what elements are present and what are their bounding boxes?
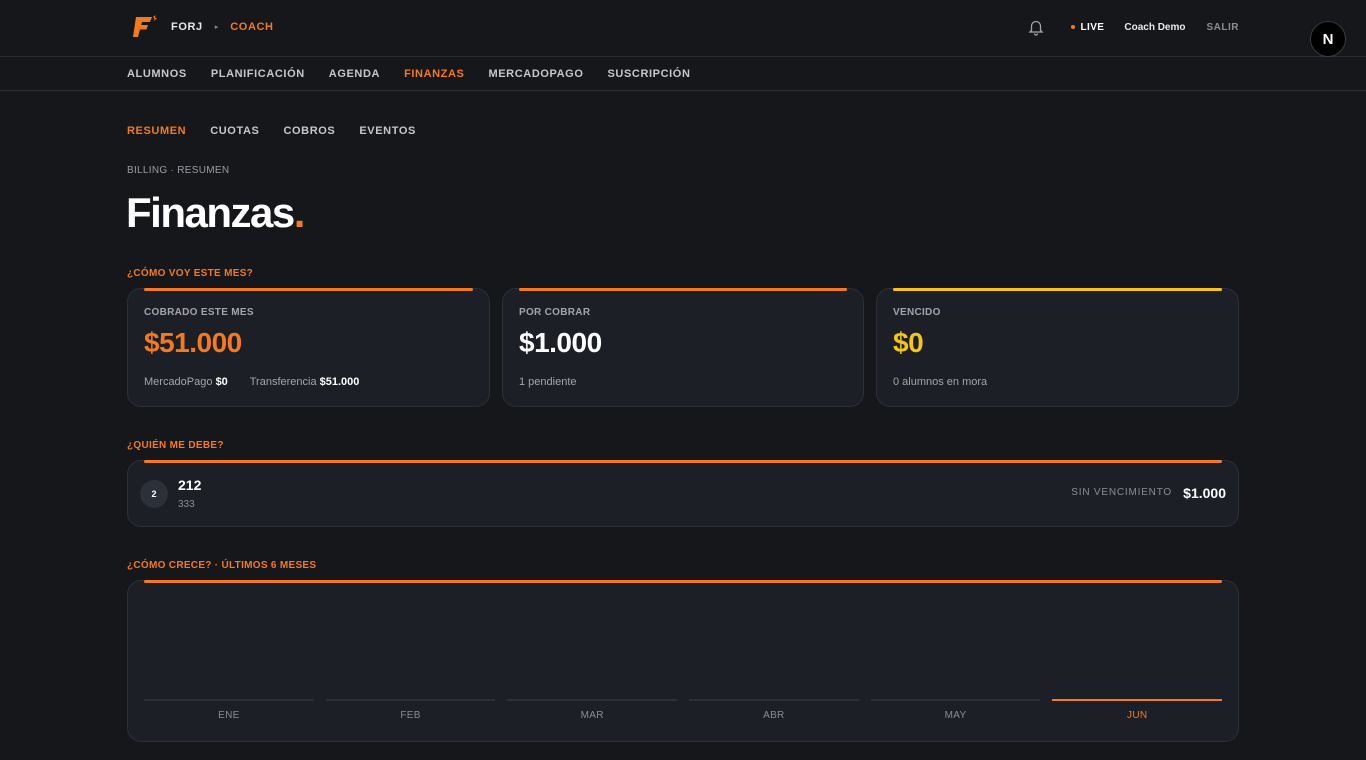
stat-label: COBRADO ESTE MES: [144, 307, 254, 318]
mercadopago-value: $0: [215, 376, 228, 388]
nav-item-suscripcion[interactable]: SUSCRIPCIÓN: [608, 68, 691, 80]
stat-card-por-cobrar: POR COBRAR $1.000 1 pendiente: [502, 288, 864, 407]
month-jun: JUN: [1052, 699, 1223, 721]
stat-card-vencido: VENCIDO $0 0 alumnos en mora: [876, 288, 1239, 407]
sub-nav: RESUMEN CUOTAS COBROS EVENTOS: [127, 125, 416, 137]
month-mar: MAR: [507, 699, 678, 721]
debtor-subtitle: 333: [178, 499, 195, 510]
page-title-text: Finanzas: [126, 189, 295, 236]
page-title: Finanzas.: [126, 189, 306, 236]
due-status: SIN VENCIMIENTO: [1071, 487, 1172, 498]
live-indicator-dot: [1070, 25, 1075, 29]
month-abr: ABR: [689, 699, 859, 721]
stat-sub: 0 alumnos en mora: [893, 376, 988, 388]
month-label: FEB: [400, 710, 421, 721]
month-may: MAY: [870, 699, 1041, 721]
stat-label: VENCIDO: [893, 307, 941, 318]
avatar[interactable]: N: [1310, 21, 1346, 57]
month-label: ENE: [218, 710, 240, 721]
debtors-section-label: ¿QUIÉN ME DEBE?: [127, 440, 224, 451]
page-title-dot: .: [293, 189, 306, 236]
card-accent-bar: [519, 288, 847, 291]
main-nav: ALUMNOS PLANIFICACIÓN AGENDA FINANZAS ME…: [0, 57, 1366, 91]
role-label: COACH: [230, 21, 274, 33]
app-name: FORJ: [171, 21, 203, 33]
avatar: 2: [140, 480, 168, 508]
logout-button[interactable]: SALIR: [1207, 22, 1240, 33]
month-label: MAR: [580, 710, 604, 721]
debtor-row[interactable]: 2 212 333 SIN VENCIMIENTO $1.000: [127, 460, 1239, 527]
bell-icon[interactable]: [1027, 18, 1045, 36]
growth-section-label: ¿CÓMO CRECE? · ÚLTIMOS 6 MESES: [127, 560, 317, 571]
stat-card-cobrado: COBRADO ESTE MES $51.000 MercadoPago $0 …: [127, 288, 490, 407]
nav-item-planificacion[interactable]: PLANIFICACIÓN: [211, 68, 305, 80]
stat-label: POR COBRAR: [519, 307, 591, 318]
month-feb: FEB: [325, 699, 496, 721]
tab-cobros[interactable]: COBROS: [283, 125, 335, 137]
stat-value: $1.000: [519, 327, 602, 358]
top-right-controls: LIVE Coach Demo SALIR: [1027, 18, 1239, 36]
breadcrumb: BILLING · RESUMEN: [127, 165, 230, 176]
transferencia-value: $51.000: [319, 376, 360, 388]
nav-item-alumnos[interactable]: ALUMNOS: [127, 68, 187, 80]
tab-cuotas[interactable]: CUOTAS: [210, 125, 259, 137]
transferencia-label: Transferencia: [249, 376, 317, 388]
stat-sub: 1 pendiente: [519, 376, 577, 388]
nav-item-finanzas[interactable]: FINANZAS: [404, 68, 464, 80]
debt-amount: $1.000: [1183, 485, 1226, 501]
breadcrumb-separator: ▸: [214, 24, 219, 31]
month-label: MAY: [944, 710, 967, 721]
forj-logo-icon: [133, 15, 159, 39]
card-accent-bar: [144, 288, 473, 291]
brand[interactable]: FORJ ▸ COACH: [133, 15, 274, 39]
nav-item-mercadopago[interactable]: MERCADOPAGO: [488, 68, 583, 80]
card-accent-bar: [144, 460, 1222, 463]
tab-resumen[interactable]: RESUMEN: [127, 125, 186, 137]
stat-breakdown: MercadoPago $0 Transferencia $51.000: [144, 376, 359, 388]
month-ene: ENE: [144, 699, 314, 721]
stat-value: $0: [893, 327, 924, 358]
month-label: JUN: [1127, 710, 1148, 721]
nav-item-agenda[interactable]: AGENDA: [329, 68, 380, 80]
user-name[interactable]: Coach Demo: [1124, 22, 1185, 33]
card-accent-bar: [144, 580, 1222, 583]
summary-section-label: ¿CÓMO VOY ESTE MES?: [127, 268, 254, 279]
growth-chart-card: ENE FEB MAR ABR MAY JUN: [127, 580, 1239, 742]
stat-value: $51.000: [144, 327, 242, 358]
top-bar: FORJ ▸ COACH LIVE Coach Demo SALIR: [0, 0, 1366, 57]
month-label: ABR: [763, 710, 785, 721]
debtor-name: 212: [178, 477, 202, 493]
mercadopago-label: MercadoPago: [144, 376, 213, 388]
card-accent-bar: [893, 288, 1222, 291]
month-axis: ENE FEB MAR ABR MAY JUN: [144, 699, 1223, 721]
live-label: LIVE: [1080, 21, 1105, 33]
tab-eventos[interactable]: EVENTOS: [359, 125, 416, 137]
